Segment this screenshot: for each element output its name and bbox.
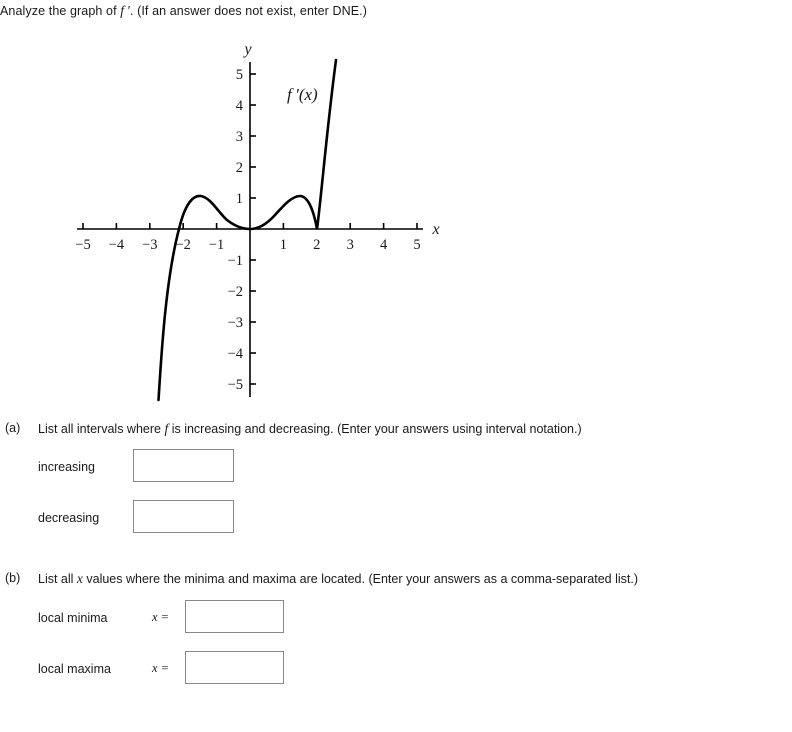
x-tick-label: −4: [109, 237, 125, 253]
increasing-label: increasing: [38, 460, 95, 474]
y-tick-label: −1: [228, 253, 243, 269]
x-tick-label: 2: [313, 237, 320, 253]
local-maxima-label: local maxima: [38, 662, 111, 676]
x-tick-label: −5: [75, 237, 90, 253]
x-tick-label: −3: [142, 237, 157, 253]
y-tick-labels-positive: 1 2 3 4 5: [236, 67, 244, 207]
local-minima-equals: x =: [152, 610, 170, 624]
part-b-marker: (b): [5, 571, 21, 585]
y-tick-label: −5: [228, 377, 243, 393]
graph-svg: y x f ′(x) −5 −4 −3 −2 −1 1 2 3 4 5 1 2 …: [75, 41, 440, 402]
part-a-question: List all intervals where f is increasing…: [38, 421, 582, 437]
part-b-question: List all x values where the minima and m…: [38, 571, 638, 587]
y-tick-label: 2: [236, 160, 243, 176]
x-tick-label: −2: [175, 237, 190, 253]
decreasing-label: decreasing: [38, 511, 100, 525]
y-tick-label: 5: [236, 67, 243, 83]
part-b-question-post: values where the minima and maxima are l…: [82, 572, 639, 586]
prompt-tail: . (If an answer does not exist, enter DN…: [129, 4, 367, 18]
x-tick-label: 1: [280, 237, 287, 253]
x-tick-labels: −5 −4 −3 −2 −1 1 2 3 4 5: [75, 237, 420, 253]
y-tick-label: −3: [228, 315, 243, 331]
derivative-graph: y x f ′(x) −5 −4 −3 −2 −1 1 2 3 4 5 1 2 …: [55, 32, 455, 412]
y-tick-label: 1: [236, 191, 243, 207]
y-axis-label: y: [242, 41, 252, 58]
x-tick-label: 4: [380, 237, 388, 253]
f-prime-curve: [157, 58, 338, 402]
y-tick-label: −2: [228, 284, 243, 300]
x-tick-label: 3: [347, 237, 354, 253]
local-minima-input[interactable]: [185, 600, 284, 633]
x-tick-label: −1: [209, 237, 224, 253]
y-tick-labels-negative: −1 −2 −3 −4 −5: [228, 253, 244, 393]
y-tick-label: 4: [236, 98, 244, 114]
part-a-question-post: is increasing and decreasing. (Enter you…: [168, 422, 582, 436]
part-a-question-pre: List all intervals where: [38, 422, 165, 436]
part-b-question-pre: List all: [38, 572, 77, 586]
x-axis-label: x: [431, 221, 439, 238]
increasing-input[interactable]: [133, 449, 234, 482]
curve-label: f ′(x): [287, 85, 318, 104]
local-maxima-equals: x =: [152, 661, 170, 675]
local-minima-label: local minima: [38, 611, 108, 625]
local-maxima-input[interactable]: [185, 651, 284, 684]
decreasing-input[interactable]: [133, 500, 234, 533]
f-prime-symbol: f ′: [120, 3, 130, 18]
page-prompt: Analyze the graph of f ′. (If an answer …: [0, 3, 367, 19]
y-tick-label: 3: [236, 129, 243, 145]
part-a-marker: (a): [5, 421, 21, 435]
x-tick-label: 5: [413, 237, 420, 253]
prompt-lead: Analyze the graph of: [0, 4, 121, 18]
y-tick-label: −4: [228, 346, 244, 362]
